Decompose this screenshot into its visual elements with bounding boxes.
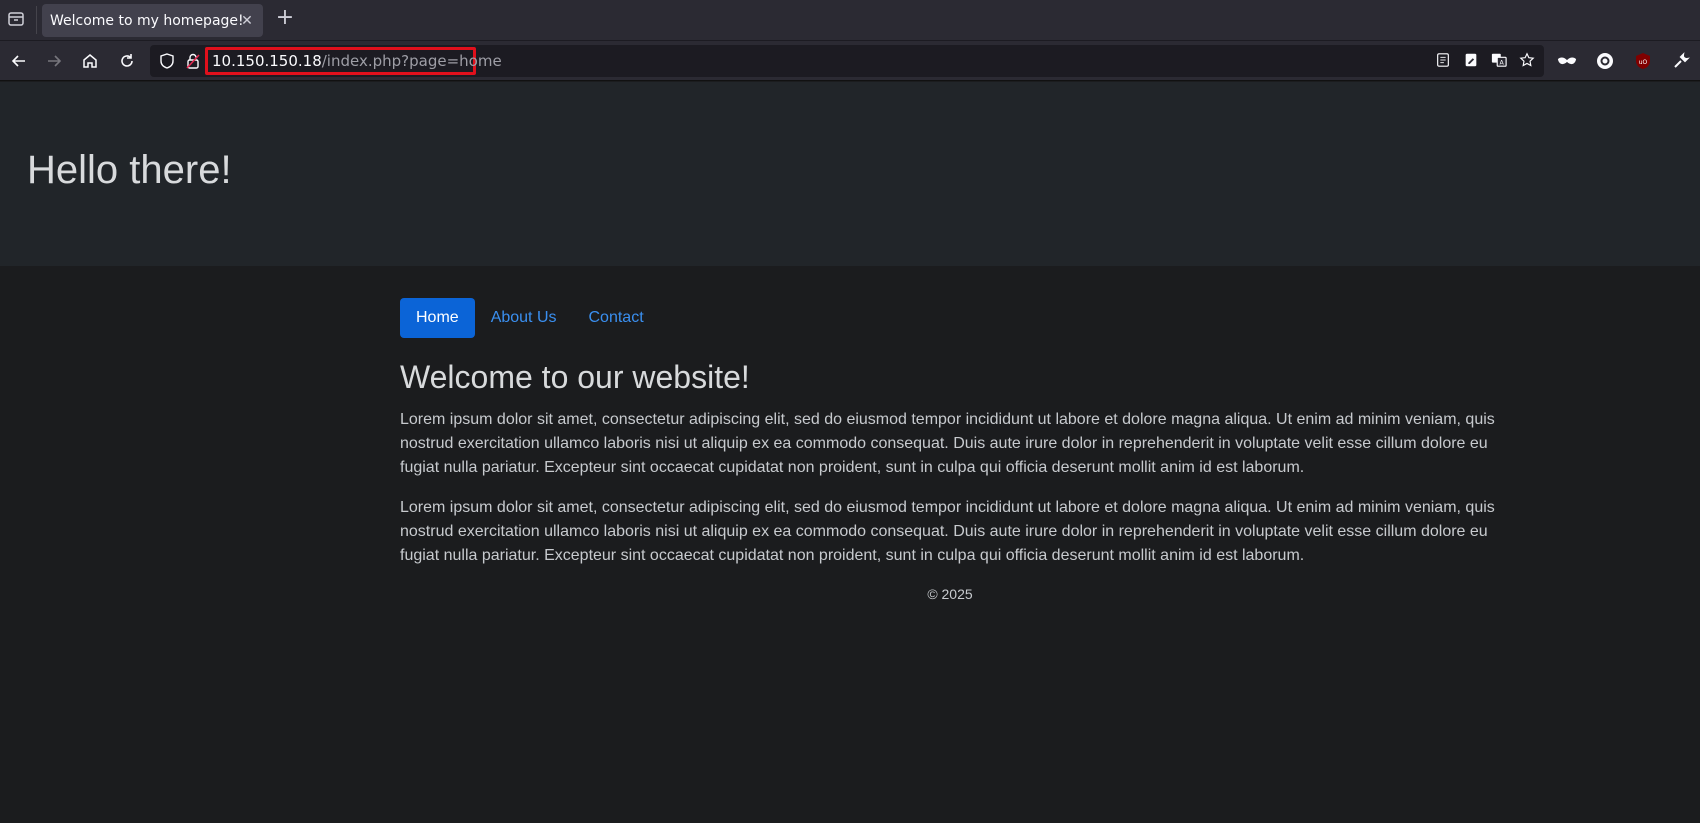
- url-actions: A: [1434, 51, 1536, 69]
- paragraph-1: Lorem ipsum dolor sit amet, consectetur …: [400, 411, 1495, 476]
- url-path: /index.php?page=home: [321, 52, 502, 70]
- new-tab-icon[interactable]: +: [274, 7, 296, 29]
- nav-toolbar: 10.150.150.18/index.php?page=home A uO: [0, 41, 1700, 81]
- url-host: 10.150.150.18: [212, 52, 322, 70]
- ublock-icon[interactable]: uO: [1630, 48, 1656, 74]
- tab-separator: [36, 6, 37, 34]
- content-title: Welcome to our website!: [400, 359, 750, 395]
- address-bar[interactable]: 10.150.150.18/index.php?page=home A: [150, 45, 1544, 77]
- extensions-area: uO: [1554, 48, 1694, 74]
- page-edit-icon[interactable]: [1462, 51, 1480, 69]
- bookmark-star-icon[interactable]: [1518, 51, 1536, 69]
- private-mask-icon[interactable]: [1554, 48, 1580, 74]
- home-icon[interactable]: [77, 48, 103, 74]
- wrench-icon[interactable]: [1668, 48, 1694, 74]
- svg-text:uO: uO: [1639, 59, 1648, 66]
- hero-title: Hello there!: [27, 148, 232, 192]
- tracking-shield-icon[interactable]: [158, 52, 176, 75]
- tab-list-icon[interactable]: [4, 7, 28, 31]
- forward-icon[interactable]: [41, 48, 67, 74]
- translate-icon[interactable]: A: [1490, 51, 1508, 69]
- tab-strip: Welcome to my homepage! ✕ +: [0, 0, 1700, 41]
- back-icon[interactable]: [6, 48, 32, 74]
- nav-home-link[interactable]: Home: [400, 298, 475, 338]
- hero-section: Hello there!: [0, 82, 1700, 266]
- footer-copyright: © 2025: [927, 586, 973, 602]
- browser-tab[interactable]: Welcome to my homepage! ✕: [42, 4, 263, 37]
- site-nav: Home About Us Contact: [400, 298, 1500, 338]
- paragraph-2: Lorem ipsum dolor sit amet, consectetur …: [400, 499, 1495, 564]
- svg-text:A: A: [1500, 59, 1505, 66]
- reload-icon[interactable]: [114, 48, 140, 74]
- nav-about-link[interactable]: About Us: [475, 298, 573, 338]
- main-container: Home About Us Contact Welcome to our web…: [400, 298, 1500, 602]
- insecure-lock-icon[interactable]: [184, 52, 202, 75]
- tab-title: Welcome to my homepage!: [50, 12, 244, 29]
- nav-contact-link[interactable]: Contact: [573, 298, 660, 338]
- extension-o-icon[interactable]: [1592, 48, 1618, 74]
- reader-view-icon[interactable]: [1434, 51, 1452, 69]
- close-icon[interactable]: ✕: [239, 12, 255, 28]
- url-text[interactable]: 10.150.150.18/index.php?page=home: [212, 52, 502, 70]
